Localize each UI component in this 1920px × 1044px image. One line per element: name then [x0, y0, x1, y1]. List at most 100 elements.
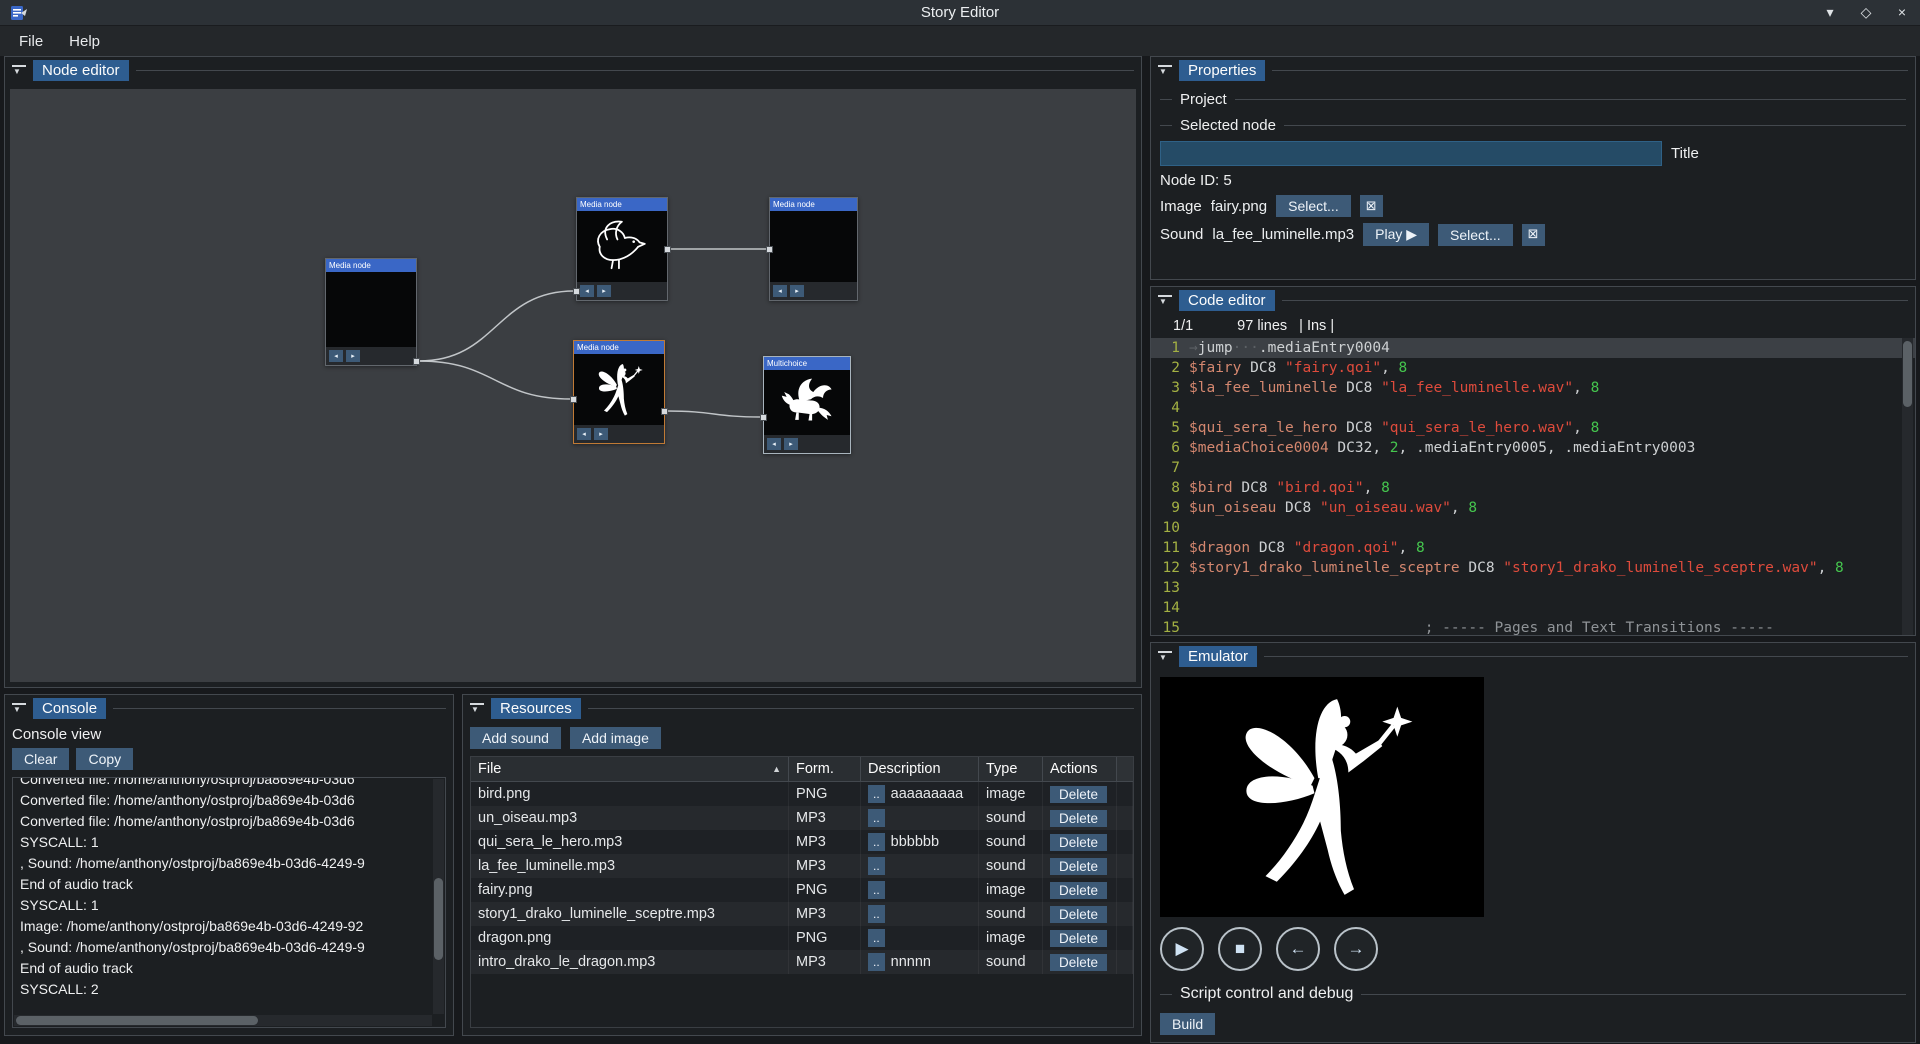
edit-description-button[interactable]: .. — [868, 809, 885, 827]
graph-node-end[interactable]: Media node◂▸ — [769, 197, 858, 301]
table-row[interactable]: intro_drako_le_dragon.mp3MP3..nnnnnsound… — [471, 950, 1133, 974]
code-line[interactable]: 2$fairy DC8 "fairy.qoi", 8 — [1151, 358, 1915, 378]
node-play-icon[interactable]: ▸ — [597, 285, 611, 297]
node-port[interactable] — [661, 408, 668, 415]
table-row[interactable]: story1_drako_luminelle_sceptre.mp3MP3..s… — [471, 902, 1133, 926]
edit-description-button[interactable]: .. — [868, 929, 885, 947]
node-edge[interactable] — [667, 411, 761, 417]
node-edge[interactable] — [419, 361, 571, 399]
column-header-type[interactable]: Type — [979, 757, 1043, 781]
code-line[interactable]: 12$story1_drako_luminelle_sceptre DC8 "s… — [1151, 558, 1915, 578]
close-icon[interactable]: × — [1894, 4, 1910, 21]
code-line[interactable]: 7 — [1151, 458, 1915, 478]
node-title-input[interactable] — [1160, 141, 1662, 166]
code-line[interactable]: 10 — [1151, 518, 1915, 538]
graph-node-start[interactable]: Media node◂▸ — [325, 258, 417, 366]
delete-button[interactable]: Delete — [1050, 786, 1107, 803]
graph-node-dragon[interactable]: Multichoice◂▸ — [763, 356, 851, 454]
node-play-icon[interactable]: ▸ — [784, 438, 798, 450]
code-vertical-scrollbar[interactable] — [1902, 338, 1913, 635]
node-play-icon[interactable]: ▸ — [594, 428, 608, 440]
code-line[interactable]: 15 ; ----- Pages and Text Transitions --… — [1151, 618, 1915, 635]
column-header-format[interactable]: Form. — [789, 757, 861, 781]
add-image-button[interactable]: Add image — [570, 727, 661, 749]
edit-description-button[interactable]: .. — [868, 857, 885, 875]
node-play-icon[interactable]: ▸ — [790, 285, 804, 297]
code-line[interactable]: 14 — [1151, 598, 1915, 618]
copy-button[interactable]: Copy — [76, 748, 133, 770]
delete-button[interactable]: Delete — [1050, 810, 1107, 827]
maximize-icon[interactable]: ◇ — [1858, 4, 1874, 21]
clear-button[interactable]: Clear — [12, 748, 69, 770]
build-button[interactable]: Build — [1160, 1013, 1215, 1035]
scrollbar-thumb[interactable] — [1903, 341, 1912, 407]
node-port[interactable] — [664, 246, 671, 253]
code-line[interactable]: 3$la_fee_luminelle DC8 "la_fee_luminelle… — [1151, 378, 1915, 398]
sound-select-button[interactable]: Select... — [1438, 224, 1513, 246]
delete-button[interactable]: Delete — [1050, 906, 1107, 923]
menu-help[interactable]: Help — [56, 29, 113, 54]
image-select-button[interactable]: Select... — [1276, 195, 1351, 217]
collapse-panel-icon[interactable] — [12, 703, 26, 715]
code-line[interactable]: 9$un_oiseau DC8 "un_oiseau.wav", 8 — [1151, 498, 1915, 518]
node-prev-icon[interactable]: ◂ — [767, 438, 781, 450]
edit-description-button[interactable]: .. — [868, 953, 885, 971]
step-back-button[interactable]: ← — [1276, 927, 1320, 971]
graph-node-fairy[interactable]: Media node◂▸ — [573, 340, 665, 444]
console-log[interactable]: Converted file: /home/anthony/ostproj/ba… — [12, 777, 446, 1028]
stop-button[interactable]: ■ — [1218, 927, 1262, 971]
delete-button[interactable]: Delete — [1050, 954, 1107, 971]
code-line[interactable]: 6$mediaChoice0004 DC32, 2, .mediaEntry00… — [1151, 438, 1915, 458]
table-row[interactable]: dragon.pngPNG..imageDelete — [471, 926, 1133, 950]
node-prev-icon[interactable]: ◂ — [773, 285, 787, 297]
delete-button[interactable]: Delete — [1050, 834, 1107, 851]
code-line[interactable]: 13 — [1151, 578, 1915, 598]
edit-description-button[interactable]: .. — [868, 905, 885, 923]
collapse-panel-icon[interactable] — [1158, 651, 1172, 663]
node-port[interactable] — [766, 246, 773, 253]
table-row[interactable]: un_oiseau.mp3MP3..soundDelete — [471, 806, 1133, 830]
node-port[interactable] — [760, 414, 767, 421]
delete-button[interactable]: Delete — [1050, 882, 1107, 899]
scrollbar-thumb[interactable] — [434, 878, 443, 960]
column-header-description[interactable]: Description — [861, 757, 979, 781]
delete-button[interactable]: Delete — [1050, 858, 1107, 875]
collapse-panel-icon[interactable] — [1158, 295, 1172, 307]
edit-description-button[interactable]: .. — [868, 881, 885, 899]
collapse-panel-icon[interactable] — [470, 703, 484, 715]
edit-description-button[interactable]: .. — [868, 785, 885, 803]
play-button[interactable]: ▶ — [1160, 927, 1204, 971]
node-prev-icon[interactable]: ◂ — [577, 428, 591, 440]
node-port[interactable] — [413, 358, 420, 365]
collapse-panel-icon[interactable] — [1158, 65, 1172, 77]
node-prev-icon[interactable]: ◂ — [580, 285, 594, 297]
code-line[interactable]: 11$dragon DC8 "dragon.qoi", 8 — [1151, 538, 1915, 558]
table-row[interactable]: bird.pngPNG..aaaaaaaaaimageDelete — [471, 782, 1133, 806]
delete-button[interactable]: Delete — [1050, 930, 1107, 947]
node-port[interactable] — [573, 288, 580, 295]
table-row[interactable]: fairy.pngPNG..imageDelete — [471, 878, 1133, 902]
minimize-icon[interactable]: ▾ — [1822, 4, 1838, 21]
node-port[interactable] — [570, 396, 577, 403]
code-line[interactable]: 1→jump···.mediaEntry0004 — [1151, 338, 1915, 358]
code-line[interactable]: 5$qui_sera_le_hero DC8 "qui_sera_le_hero… — [1151, 418, 1915, 438]
column-header-file[interactable]: File ▲ — [471, 757, 789, 781]
step-forward-button[interactable]: → — [1334, 927, 1378, 971]
sound-play-button[interactable]: Play ▶ — [1363, 223, 1429, 246]
edit-description-button[interactable]: .. — [868, 833, 885, 851]
node-prev-icon[interactable]: ◂ — [329, 350, 343, 362]
node-edge[interactable] — [419, 291, 574, 361]
node-play-icon[interactable]: ▸ — [346, 350, 360, 362]
add-sound-button[interactable]: Add sound — [470, 727, 561, 749]
table-row[interactable]: la_fee_luminelle.mp3MP3..soundDelete — [471, 854, 1133, 878]
image-clear-button[interactable]: ⊠ — [1360, 195, 1383, 217]
sound-clear-button[interactable]: ⊠ — [1522, 224, 1545, 246]
code-line[interactable]: 8$bird DC8 "bird.qoi", 8 — [1151, 478, 1915, 498]
console-horizontal-scrollbar[interactable] — [14, 1015, 432, 1026]
column-header-actions[interactable]: Actions — [1043, 757, 1117, 781]
node-canvas[interactable]: Media node◂▸Media node◂▸Media node◂▸Medi… — [10, 89, 1136, 682]
scrollbar-thumb[interactable] — [16, 1016, 258, 1025]
menu-file[interactable]: File — [6, 29, 56, 54]
collapse-panel-icon[interactable] — [12, 65, 26, 77]
table-row[interactable]: qui_sera_le_hero.mp3MP3..bbbbbbsoundDele… — [471, 830, 1133, 854]
